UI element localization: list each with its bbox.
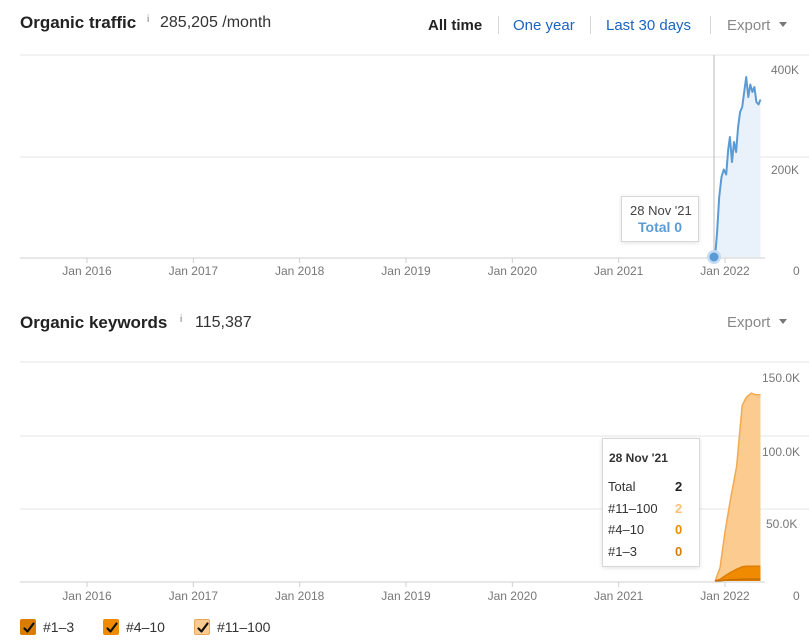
x-tick-label: Jan 2022 [700, 264, 750, 278]
checkbox-checked-icon[interactable] [103, 619, 119, 635]
keywords-info-icon[interactable]: i [180, 314, 182, 325]
traffic-export-button[interactable]: Export [727, 17, 788, 34]
keywords-tooltip: 28 Nov '21 Total 2 #11–100 2 #4–10 0 #1–3 0 [602, 438, 700, 567]
keywords-tooltip-row-label: #4–10 [608, 522, 645, 537]
x-tick-label: Jan 2018 [275, 264, 325, 278]
keywords-tooltip-row-value: 0 [675, 543, 683, 559]
export-label: Export [727, 314, 771, 331]
range-last-30-days[interactable]: Last 30 days [606, 17, 691, 34]
y-tick-150k: 150.0K [762, 371, 800, 385]
x-tick-label: Jan 2016 [62, 264, 112, 278]
traffic-tooltip-date: 28 Nov '21 [630, 203, 692, 218]
keywords-tooltip-row-label: #1–3 [608, 543, 637, 559]
keywords-tooltip-row-value: 0 [675, 522, 683, 537]
legend-top3[interactable]: #1–3 [20, 619, 74, 635]
x-tick-label: Jan 2018 [275, 589, 325, 603]
legend-11-100[interactable]: #11–100 [194, 619, 270, 635]
y-tick-100k: 100.0K [762, 445, 800, 459]
export-label: Export [727, 17, 771, 34]
range-divider [590, 16, 591, 34]
hover-point[interactable] [709, 252, 719, 262]
checkbox-checked-icon[interactable] [194, 619, 210, 635]
keywords-title: Organic keywords [20, 313, 168, 332]
x-tick-label: Jan 2021 [594, 589, 644, 603]
keywords-tooltip-date: 28 Nov '21 [609, 451, 668, 465]
x-tick-label: Jan 2016 [62, 589, 112, 603]
caret-down-icon [779, 22, 788, 27]
keywords-export-button[interactable]: Export [727, 314, 788, 331]
range-one-year[interactable]: One year [513, 17, 575, 34]
x-tick-label: Jan 2021 [594, 264, 644, 278]
legend-label: #11–100 [217, 619, 271, 635]
x-tick-label: Jan 2017 [169, 589, 219, 603]
traffic-info-icon[interactable]: i [147, 14, 149, 25]
x-tick-label: Jan 2017 [169, 264, 219, 278]
x-tick-label: Jan 2019 [381, 264, 431, 278]
keywords-tooltip-row-label: Total [608, 479, 636, 494]
x-tick-label: Jan 2020 [488, 589, 538, 603]
range-all-time[interactable]: All time [428, 17, 482, 34]
traffic-area [715, 77, 761, 257]
traffic-title: Organic traffic [20, 13, 137, 32]
keywords-tooltip-row-value: 2 [675, 500, 683, 516]
x-tick-label: Jan 2019 [381, 589, 431, 603]
y-tick-200k: 200K [771, 163, 799, 177]
legend-label: #1–3 [43, 619, 75, 635]
caret-down-icon [779, 319, 788, 324]
keywords-value: 115,387 [195, 314, 252, 331]
x-tick-label: Jan 2020 [488, 264, 538, 278]
range-divider [498, 16, 499, 34]
range-divider [710, 16, 711, 34]
y-tick-400k: 400K [771, 63, 799, 77]
keywords-tooltip-row-label: #11–100 [608, 500, 658, 516]
checkbox-checked-icon[interactable] [20, 619, 36, 635]
traffic-chart: Jan 2016 Jan 2017 Jan 2018 Jan 2019 Jan 2020… [20, 54, 809, 278]
legend-4-10[interactable]: #4–10 [103, 619, 165, 635]
traffic-value: 285,205 /month [160, 14, 272, 31]
y-tick-0: 0 [793, 589, 800, 603]
traffic-tooltip: 28 Nov '21 Total 0 [621, 196, 699, 242]
y-tick-50k: 50.0K [766, 517, 797, 531]
x-tick-label: Jan 2022 [700, 589, 750, 603]
keywords-tooltip-row-value: 2 [675, 479, 683, 494]
y-tick-0: 0 [793, 264, 800, 278]
legend-label: #4–10 [126, 619, 165, 635]
traffic-tooltip-total: Total 0 [638, 219, 683, 235]
